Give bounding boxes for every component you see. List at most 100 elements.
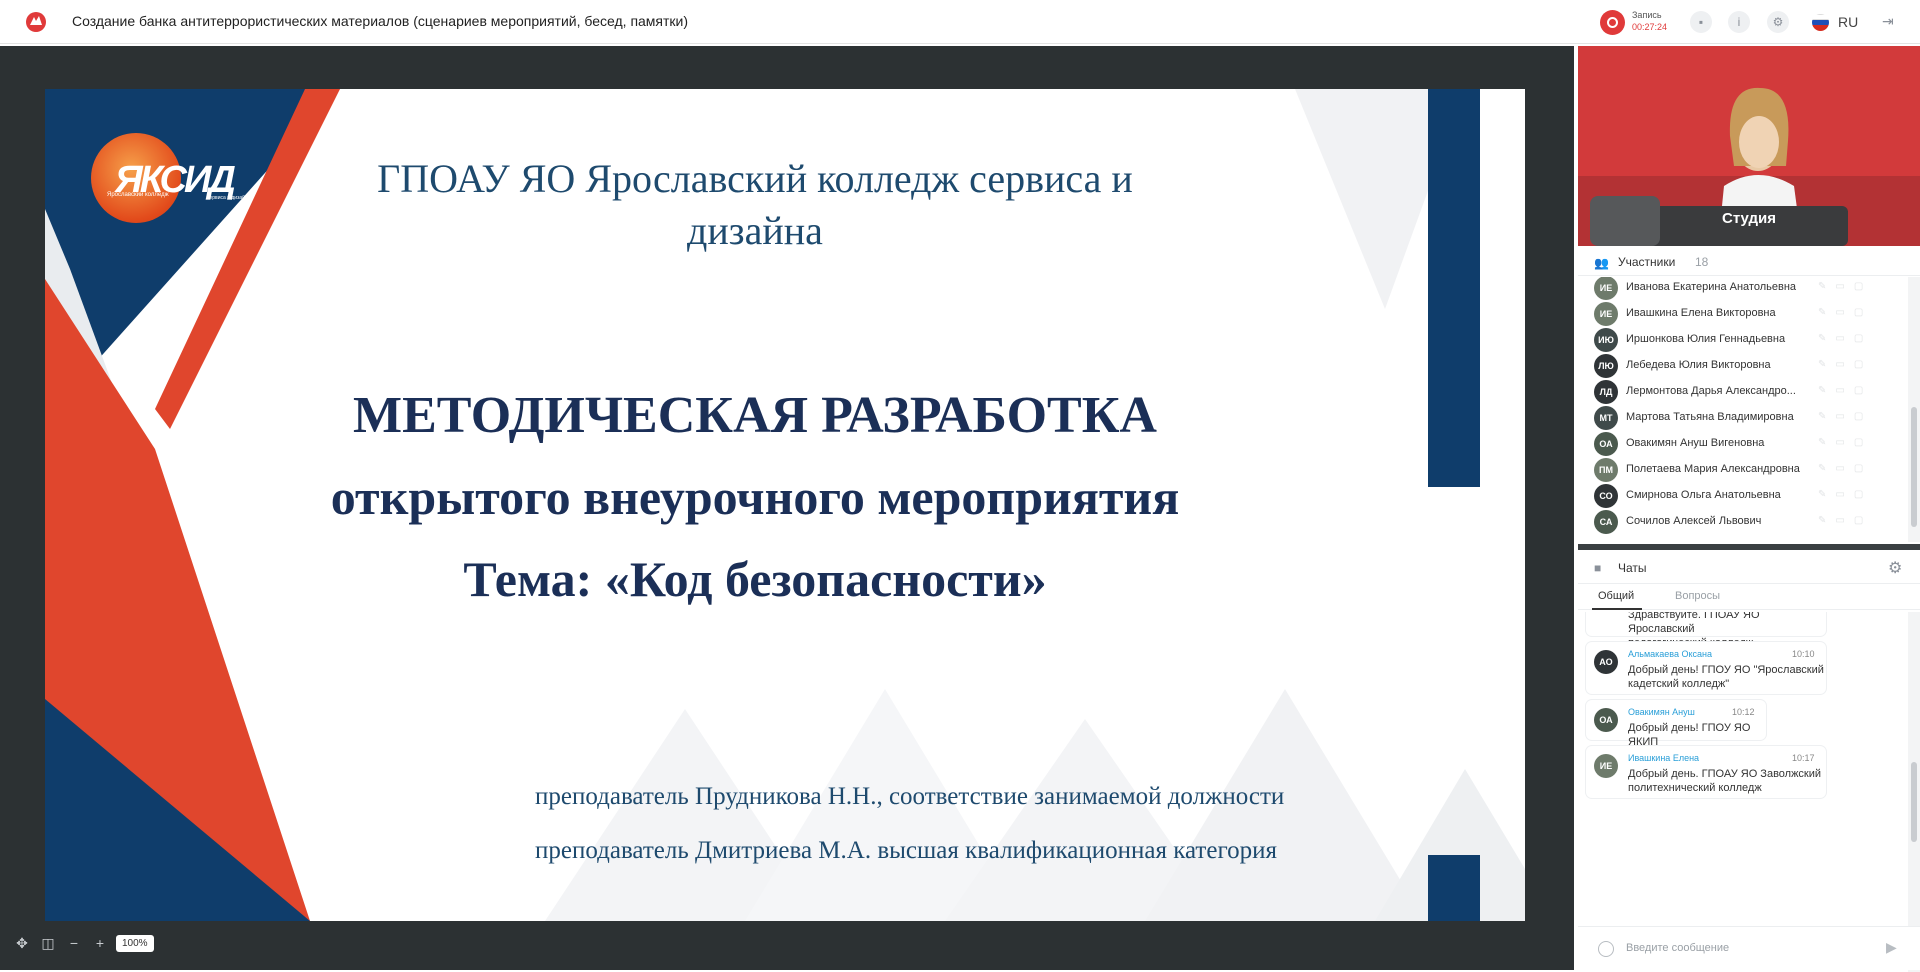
- avatar: ОА: [1594, 432, 1618, 456]
- participant-controls-icon[interactable]: ✎▭▢: [1818, 437, 1872, 448]
- message-input[interactable]: Введите сообщение: [1626, 942, 1729, 954]
- participant-controls-icon[interactable]: ✎▭▢: [1818, 515, 1872, 526]
- avatar: ЛД: [1594, 380, 1618, 404]
- message-time: 10:10: [1792, 649, 1815, 659]
- participants-header[interactable]: 👥 Участники 18: [1578, 248, 1920, 276]
- participant-controls-icon[interactable]: ✎▭▢: [1818, 359, 1872, 370]
- tab-general[interactable]: Общий: [1598, 590, 1634, 602]
- participant-controls-icon[interactable]: ✎▭▢: [1818, 411, 1872, 422]
- participants-count: 18: [1695, 255, 1709, 269]
- folder-icon[interactable]: ▪: [1690, 11, 1712, 33]
- zoom-level[interactable]: 100%: [116, 934, 154, 952]
- slide-organization: ГПОАУ ЯО Ярославский колледж сервиса и д…: [335, 153, 1175, 257]
- message-text-line: кадетский колледж": [1628, 678, 1730, 690]
- participant-row[interactable]: СО Смирнова Ольга Анатольевна ✎▭▢: [1578, 483, 1908, 509]
- slide-main-title: МЕТОДИЧЕСКАЯ РАЗРАБОТКА открытого внеуро…: [285, 376, 1225, 620]
- participant-controls-icon[interactable]: ✎▭▢: [1818, 333, 1872, 344]
- move-icon[interactable]: ✥: [12, 933, 32, 953]
- slide-title-line-1: МЕТОДИЧЕСКАЯ РАЗРАБОТКА: [353, 387, 1157, 444]
- participant-row[interactable]: ОА Овакимян Ануш Вигеновна ✎▭▢: [1578, 431, 1908, 457]
- message-time: 10:12: [1732, 707, 1755, 717]
- side-panel: Студия 👥 Участники 18 ИЕ Иванова Екатерин…: [1578, 46, 1920, 972]
- avatar: ИЕ: [1594, 302, 1618, 326]
- participant-controls-icon[interactable]: ✎▭▢: [1818, 281, 1872, 292]
- participant-controls-icon[interactable]: ✎▭▢: [1818, 489, 1872, 500]
- send-icon[interactable]: ▶: [1886, 939, 1897, 956]
- chat-message: ОА Овакимян Ануш 10:12 Добрый день! ГПОУ ЯО…: [1586, 700, 1766, 748]
- chat-scrollbar[interactable]: [1908, 612, 1920, 972]
- participant-name: Иванова Екатерина Анатольевна: [1626, 281, 1797, 293]
- chat-message: АО Альмакаева Оксана 10:10 Добрый день! ГПО…: [1586, 642, 1826, 694]
- avatar: ОА: [1594, 708, 1618, 732]
- stage-toolbar: ✥ ◫ − + 100%: [12, 932, 154, 954]
- participants-list: ИЕ Иванова Екатерина Анатольевна ✎▭▢ ИЕ Иваш…: [1578, 277, 1908, 542]
- participant-row[interactable]: ЛЮ Лебедева Юлия Викторовна ✎▭▢: [1578, 353, 1908, 379]
- slide-org-line-1: ГПОАУ ЯО Ярославский колледж сервиса и: [377, 156, 1133, 201]
- avatar: ЛЮ: [1594, 354, 1618, 378]
- message-author[interactable]: Альмакаева Оксана: [1628, 649, 1712, 659]
- message-text-line: Здравствуйте. ГПОАУ ЯО Ярославский: [1628, 612, 1760, 635]
- message-text-line: Добрый день! ГПОУ ЯО "Ярославский: [1628, 664, 1824, 676]
- participant-row[interactable]: ПМ Полетаева Мария Александровна ✎▭▢: [1578, 457, 1908, 483]
- participant-row[interactable]: МТ Мартова Татьяна Владимировна ✎▭▢: [1578, 405, 1908, 431]
- participant-name: Овакимян Ануш Вигеновна: [1626, 437, 1765, 449]
- message-time: 10:17: [1792, 753, 1815, 763]
- slide-org-line-2: дизайна: [687, 208, 823, 253]
- exit-icon[interactable]: ⇥: [1882, 13, 1900, 31]
- college-logo-subtitle: Ярославский колледж: [107, 192, 169, 198]
- chats-header: ■ Чаты ⚙: [1578, 550, 1920, 584]
- avatar: ИЕ: [1594, 277, 1618, 300]
- chat-message: Здравствуйте. ГПОАУ ЯО Ярославскийпедаго…: [1586, 612, 1826, 649]
- participant-name: Сочилов Алексей Львович: [1626, 515, 1762, 527]
- message-author[interactable]: Овакимян Ануш: [1628, 707, 1695, 717]
- participant-name: Смирнова Ольга Анатольевна: [1626, 489, 1781, 501]
- language-selector[interactable]: RU: [1838, 14, 1858, 30]
- avatar: ИЕ: [1594, 754, 1618, 778]
- participant-row[interactable]: СА Сочилов Алексей Львович ✎▭▢: [1578, 509, 1908, 535]
- participant-row[interactable]: ИЮ Иршонкова Юлия Геннадьевна ✎▭▢: [1578, 327, 1908, 353]
- participant-controls-icon[interactable]: ✎▭▢: [1818, 463, 1872, 474]
- info-icon[interactable]: i: [1728, 11, 1750, 33]
- video-feed[interactable]: Студия: [1578, 46, 1920, 246]
- record-label: Запись: [1632, 10, 1662, 20]
- chat-settings-icon[interactable]: ⚙: [1888, 558, 1902, 578]
- participant-name: Ивашкина Елена Викторовна: [1626, 307, 1776, 319]
- zoom-in-button[interactable]: +: [90, 933, 110, 953]
- participant-name: Иршонкова Юлия Геннадьевна: [1626, 333, 1786, 345]
- tab-questions[interactable]: Вопросы: [1675, 590, 1720, 602]
- message-text: Добрый день. ГПОАУ ЯО Заволжский политехн…: [1628, 767, 1821, 795]
- gear-icon[interactable]: ⚙: [1767, 11, 1789, 33]
- slide-author-1: преподаватель Прудникова Н.Н., соответст…: [535, 783, 1285, 810]
- message-author[interactable]: Ивашкина Елена: [1628, 753, 1699, 763]
- slide-title-line-2: открытого внеурочного мероприятия: [330, 469, 1180, 525]
- message-text-line: Добрый день! ГПОУ ЯО ЯКИП: [1628, 722, 1751, 748]
- participants-scrollbar[interactable]: [1908, 277, 1920, 542]
- record-button[interactable]: [1600, 10, 1625, 35]
- participant-row[interactable]: ИЕ Ивашкина Елена Викторовна ✎▭▢: [1578, 301, 1908, 327]
- participant-name: Лермонтова Дарья Александро...: [1626, 385, 1796, 397]
- meeting-title: Создание банка антитеррористических мате…: [72, 13, 689, 29]
- presentation-stage: ЯКСИД Ярославский колледж сервиса и диза…: [0, 46, 1574, 970]
- slide-title-line-3: Тема: «Код безопасности»: [463, 551, 1047, 607]
- fit-icon[interactable]: ◫: [38, 933, 58, 953]
- top-bar: Создание банка антитеррористических мате…: [0, 0, 1920, 44]
- message-text: Добрый день! ГПОУ ЯО "Ярославский кадетск…: [1628, 663, 1824, 691]
- participant-row[interactable]: ИЕ Иванова Екатерина Анатольевна ✎▭▢: [1578, 277, 1908, 301]
- message-text: Добрый день! ГПОУ ЯО ЯКИП: [1628, 721, 1766, 749]
- chats-title: Чаты: [1618, 561, 1647, 575]
- chat-messages: Здравствуйте. ГПОАУ ЯО Ярославскийпедаго…: [1578, 612, 1908, 972]
- participant-controls-icon[interactable]: ✎▭▢: [1818, 385, 1872, 396]
- chat-message: ИЕ Ивашкина Елена 10:17 Добрый день. ГПОАУ …: [1586, 746, 1826, 798]
- participant-name: Мартова Татьяна Владимировна: [1626, 411, 1794, 423]
- emoji-icon[interactable]: [1598, 941, 1614, 957]
- college-logo-subtitle-2: сервиса и дизайна: [207, 195, 251, 201]
- russian-flag-icon[interactable]: [1812, 14, 1829, 31]
- message-text-line: политехнический колледж: [1628, 782, 1762, 794]
- participant-row[interactable]: ЛД Лермонтова Дарья Александро... ✎▭▢: [1578, 379, 1908, 405]
- slide-author-2: преподаватель Дмитриева М.А. высшая квал…: [535, 837, 1277, 864]
- avatar: ИЮ: [1594, 328, 1618, 352]
- video-label: Студия: [1721, 210, 1777, 227]
- message-text-line: Добрый день. ГПОАУ ЯО Заволжский: [1628, 768, 1822, 780]
- zoom-out-button[interactable]: −: [64, 933, 84, 953]
- participant-controls-icon[interactable]: ✎▭▢: [1818, 307, 1872, 318]
